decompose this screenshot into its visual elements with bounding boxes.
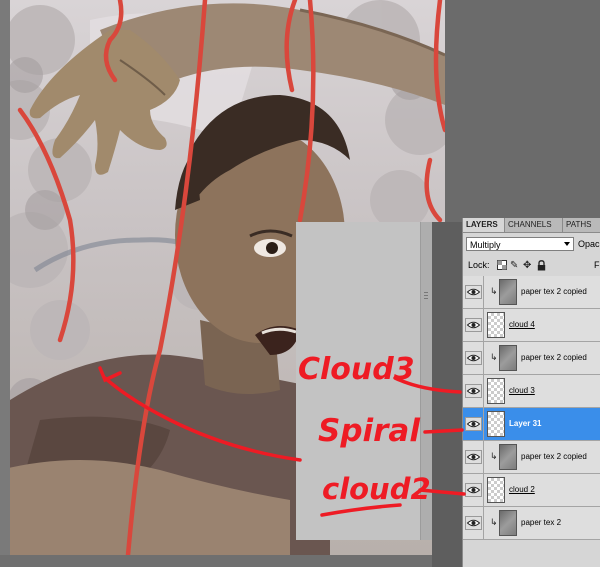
annotation-overlay — [98, 366, 466, 517]
annotation-line-spiral — [423, 428, 464, 434]
annotation-underline-cloud2 — [320, 503, 402, 517]
annotation-spiral: Spiral — [318, 413, 420, 449]
annotation-arrow-shaft — [103, 376, 302, 462]
annotation-cloud3: Cloud3 — [298, 352, 415, 387]
annotation-cloud2: cloud2 — [322, 472, 431, 506]
annotation-arrow-head — [98, 366, 122, 383]
